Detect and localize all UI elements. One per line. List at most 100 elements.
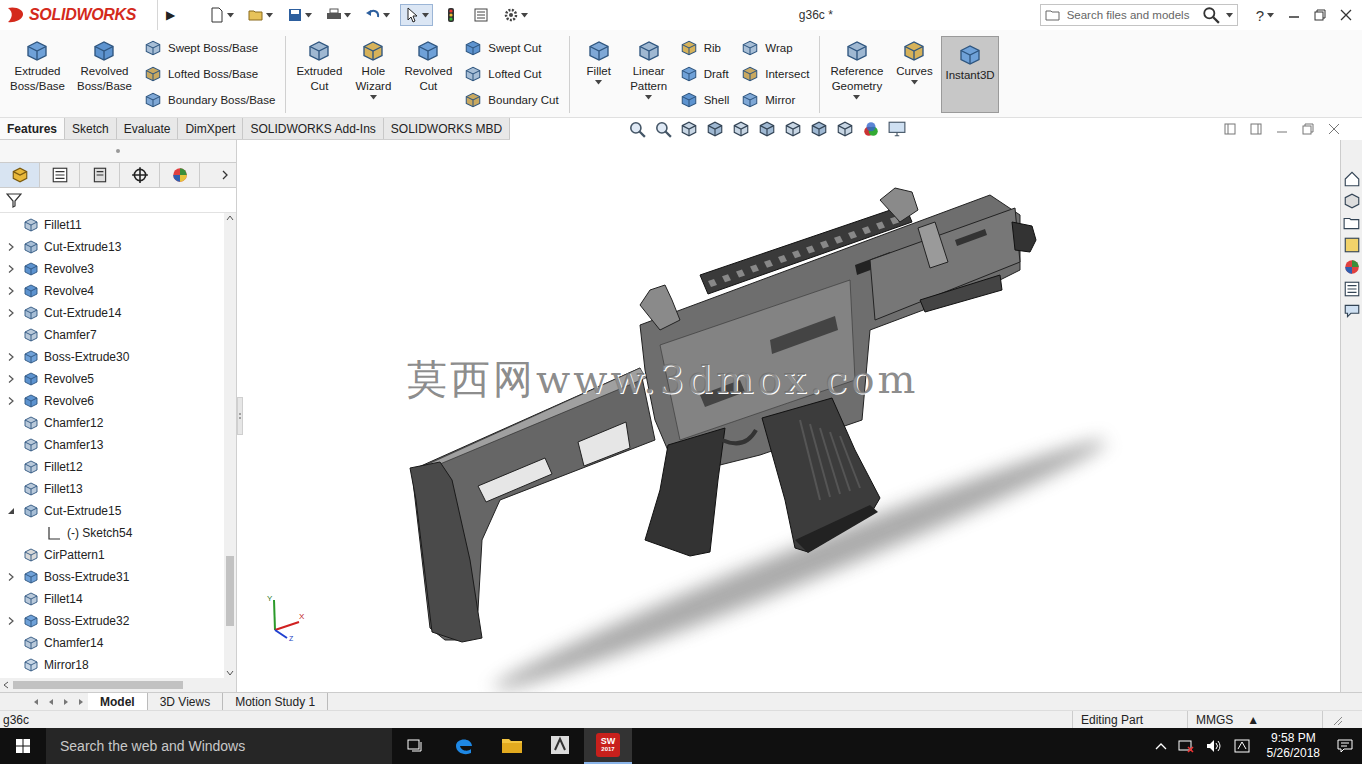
ribbon-button[interactable]: Fillet bbox=[576, 36, 622, 113]
tree-item[interactable]: Cut-Extrude15 bbox=[0, 500, 224, 522]
ribbon-small-button[interactable]: Boundary Boss/Base bbox=[144, 88, 275, 112]
tree-item[interactable]: Fillet11 bbox=[0, 214, 224, 236]
ribbon-small-button[interactable]: Draft bbox=[680, 62, 730, 86]
previous-view-icon[interactable] bbox=[680, 120, 698, 138]
units-selector[interactable]: MMGS▲ bbox=[1187, 711, 1322, 728]
tree-item[interactable]: Cut-Extrude13 bbox=[0, 236, 224, 258]
bottom-tab[interactable]: Motion Study 1 bbox=[223, 693, 328, 710]
tree-item[interactable]: Revolve4 bbox=[0, 280, 224, 302]
panel-tab[interactable] bbox=[80, 163, 120, 187]
command-tab[interactable]: Features bbox=[0, 118, 65, 139]
task-view-button[interactable] bbox=[392, 728, 440, 764]
doc-minimize-icon[interactable] bbox=[1276, 123, 1288, 135]
notifications-icon[interactable] bbox=[1336, 737, 1354, 755]
ribbon-button[interactable]: ExtrudedCut bbox=[292, 36, 346, 113]
dropdown-caret-icon[interactable] bbox=[305, 13, 312, 18]
file-properties-button[interactable] bbox=[469, 4, 493, 26]
panel-tabs-more[interactable] bbox=[214, 163, 236, 187]
apply-scene-icon[interactable] bbox=[862, 120, 880, 138]
tree-item[interactable]: Mirror18 bbox=[0, 654, 224, 676]
app-logo[interactable]: SOLIDWORKS bbox=[0, 0, 158, 30]
tree-item[interactable]: Fillet13 bbox=[0, 478, 224, 500]
ribbon-button[interactable]: ReferenceGeometry bbox=[826, 36, 887, 113]
minimize-icon[interactable] bbox=[1288, 9, 1300, 21]
menu-expand[interactable]: ▶ bbox=[158, 8, 183, 22]
restore-icon[interactable] bbox=[1314, 9, 1326, 21]
dropdown-caret-icon[interactable] bbox=[422, 13, 429, 18]
home-icon[interactable] bbox=[1343, 170, 1361, 188]
close-icon[interactable] bbox=[1340, 9, 1352, 21]
units-menu[interactable]: ▲ bbox=[1247, 713, 1259, 727]
ribbon-small-button[interactable]: Boundary Cut bbox=[464, 88, 558, 112]
scroll-thumb[interactable] bbox=[226, 556, 234, 626]
file-explorer-icon[interactable] bbox=[1343, 214, 1361, 232]
tile-left-icon[interactable] bbox=[1224, 123, 1236, 135]
tree-item[interactable]: Boss-Extrude31 bbox=[0, 566, 224, 588]
dropdown-caret-icon[interactable] bbox=[853, 95, 860, 100]
taskbar-search[interactable]: Search the web and Windows bbox=[46, 728, 392, 764]
options-button[interactable] bbox=[499, 4, 532, 26]
print-button[interactable] bbox=[322, 4, 355, 26]
command-tab[interactable]: SOLIDWORKS MBD bbox=[384, 118, 510, 139]
ribbon-small-button[interactable]: Lofted Boss/Base bbox=[144, 62, 275, 86]
expander[interactable] bbox=[4, 507, 18, 515]
tab-nav-button[interactable] bbox=[28, 693, 43, 710]
ribbon-small-button[interactable]: Wrap bbox=[741, 36, 809, 60]
dropdown-caret-icon[interactable] bbox=[1226, 13, 1233, 18]
zoom-fit-icon[interactable] bbox=[628, 120, 646, 138]
dropdown-caret-icon[interactable] bbox=[521, 13, 528, 18]
tree-item[interactable]: CirPattern1 bbox=[0, 544, 224, 566]
appearances-icon[interactable] bbox=[1343, 258, 1361, 276]
tree-item[interactable]: Fillet14 bbox=[0, 588, 224, 610]
tile-right-icon[interactable] bbox=[1250, 123, 1262, 135]
hide-show-icon[interactable] bbox=[810, 120, 828, 138]
panel-tab[interactable] bbox=[40, 163, 80, 187]
command-tab[interactable]: SOLIDWORKS Add-Ins bbox=[243, 118, 383, 139]
dropdown-caret-icon[interactable] bbox=[227, 13, 234, 18]
search-box[interactable]: Search files and models bbox=[1040, 4, 1238, 26]
tree-item[interactable]: Chamfer14 bbox=[0, 632, 224, 654]
expander[interactable] bbox=[4, 617, 18, 625]
language-icon[interactable] bbox=[1233, 738, 1251, 754]
tree-filter[interactable] bbox=[0, 188, 236, 213]
save-button[interactable] bbox=[283, 4, 316, 26]
help-button[interactable]: ? bbox=[1256, 7, 1274, 24]
dropdown-caret-icon[interactable] bbox=[1267, 13, 1274, 18]
ribbon-small-button[interactable]: Rib bbox=[680, 36, 730, 60]
scroll-thumb[interactable] bbox=[13, 681, 183, 689]
expander[interactable] bbox=[4, 375, 18, 383]
ribbon-small-button[interactable]: Swept Boss/Base bbox=[144, 36, 275, 60]
tab-nav-button[interactable] bbox=[43, 693, 58, 710]
design-library-icon[interactable] bbox=[1343, 192, 1361, 210]
expander[interactable] bbox=[4, 287, 18, 295]
app-button[interactable] bbox=[536, 728, 584, 764]
ribbon-button[interactable]: RevolvedCut bbox=[400, 36, 456, 113]
panel-tab[interactable] bbox=[0, 163, 40, 187]
dropdown-caret-icon[interactable] bbox=[645, 95, 652, 100]
ribbon-small-button[interactable]: Lofted Cut bbox=[464, 62, 558, 86]
tree-item[interactable]: Chamfer13 bbox=[0, 434, 224, 456]
dropdown-caret-icon[interactable] bbox=[344, 13, 351, 18]
tree-item[interactable]: Boss-Extrude30 bbox=[0, 346, 224, 368]
ribbon-small-button[interactable]: Swept Cut bbox=[464, 36, 558, 60]
new-button[interactable] bbox=[205, 4, 238, 26]
graphics-area[interactable]: 莫西网www.3dmox.comYXZ bbox=[245, 140, 1340, 692]
open-button[interactable] bbox=[244, 4, 277, 26]
doc-close-icon[interactable] bbox=[1328, 123, 1340, 135]
ribbon-small-button[interactable]: Intersect bbox=[741, 62, 809, 86]
start-button[interactable] bbox=[0, 728, 46, 764]
custom-properties-icon[interactable] bbox=[1343, 280, 1361, 298]
section-view-icon[interactable] bbox=[706, 120, 724, 138]
panel-tab[interactable] bbox=[160, 163, 200, 187]
rebuild-button[interactable] bbox=[439, 4, 463, 26]
gun-model[interactable] bbox=[245, 140, 1340, 692]
view-palette-icon[interactable] bbox=[1343, 236, 1361, 254]
expander[interactable] bbox=[4, 309, 18, 317]
vertical-scrollbar[interactable] bbox=[224, 213, 236, 678]
dropdown-caret-icon[interactable] bbox=[370, 95, 377, 100]
tree-item[interactable]: (-) Sketch54 bbox=[0, 522, 224, 544]
command-tab[interactable]: Sketch bbox=[65, 118, 117, 139]
zoom-area-icon[interactable] bbox=[654, 120, 672, 138]
ribbon-button[interactable]: RevolvedBoss/Base bbox=[73, 36, 136, 113]
tree-item[interactable]: Cut-Extrude14 bbox=[0, 302, 224, 324]
